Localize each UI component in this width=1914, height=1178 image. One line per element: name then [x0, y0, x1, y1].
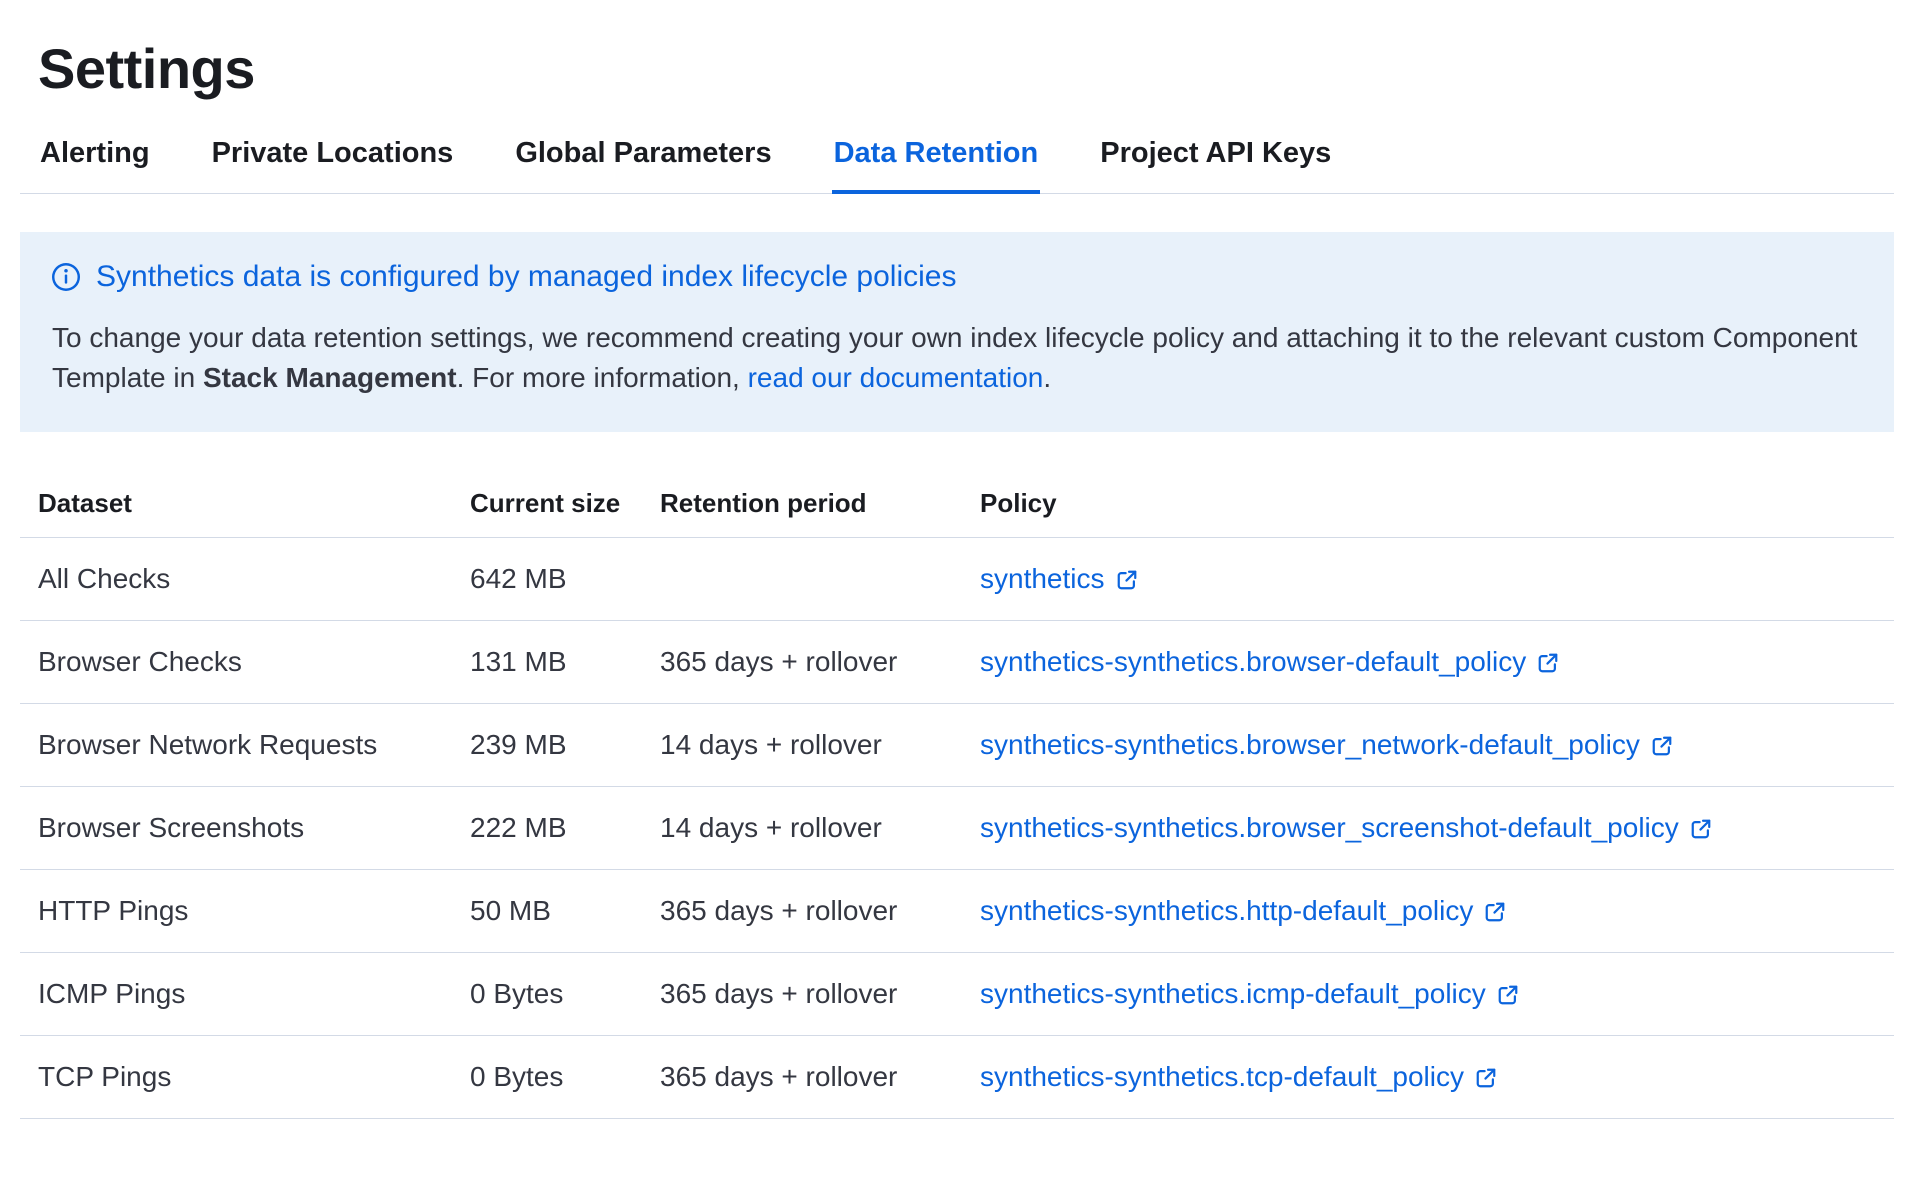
external-link-icon: [1497, 984, 1519, 1006]
size-cell: 50 MB: [452, 869, 642, 952]
policy-link[interactable]: synthetics-synthetics.tcp-default_policy: [980, 1061, 1497, 1093]
external-link-icon: [1484, 901, 1506, 923]
policy-cell: synthetics-synthetics.http-default_polic…: [962, 869, 1894, 952]
tab-alerting[interactable]: Alerting: [38, 127, 152, 194]
column-header-retention-period: Retention period: [642, 476, 962, 538]
dataset-cell: HTTP Pings: [20, 869, 452, 952]
dataset-cell: Browser Network Requests: [20, 703, 452, 786]
size-cell: 222 MB: [452, 786, 642, 869]
policy-cell: synthetics-synthetics.icmp-default_polic…: [962, 952, 1894, 1035]
size-cell: 131 MB: [452, 620, 642, 703]
dataset-cell: Browser Checks: [20, 620, 452, 703]
callout-title: Synthetics data is configured by managed…: [96, 260, 956, 294]
retention-cell: 14 days + rollover: [642, 703, 962, 786]
policy-link-label: synthetics-synthetics.browser_screenshot…: [980, 812, 1679, 844]
tab-data-retention[interactable]: Data Retention: [832, 127, 1041, 194]
external-link-icon: [1475, 1067, 1497, 1089]
column-header-current-size: Current size: [452, 476, 642, 538]
table-row: Browser Network Requests 239 MB 14 days …: [20, 703, 1894, 786]
external-link-icon: [1116, 569, 1138, 591]
size-cell: 239 MB: [452, 703, 642, 786]
retention-table: Dataset Current size Retention period Po…: [20, 476, 1894, 1119]
tab-global-parameters[interactable]: Global Parameters: [513, 127, 773, 194]
table-row: All Checks 642 MB synthetics: [20, 537, 1894, 620]
external-link-icon: [1537, 652, 1559, 674]
policy-cell: synthetics-synthetics.browser_screenshot…: [962, 786, 1894, 869]
policy-link[interactable]: synthetics-synthetics.browser_screenshot…: [980, 812, 1712, 844]
tab-project-api-keys[interactable]: Project API Keys: [1098, 127, 1333, 194]
info-icon: [52, 263, 80, 291]
policy-link-label: synthetics-synthetics.browser_network-de…: [980, 729, 1640, 761]
table-row: HTTP Pings 50 MB 365 days + rollover syn…: [20, 869, 1894, 952]
retention-cell: 365 days + rollover: [642, 869, 962, 952]
table-row: Browser Screenshots 222 MB 14 days + rol…: [20, 786, 1894, 869]
policy-link-label: synthetics-synthetics.browser-default_po…: [980, 646, 1526, 678]
dataset-cell: ICMP Pings: [20, 952, 452, 1035]
policy-link-label: synthetics: [980, 563, 1105, 595]
tab-private-locations[interactable]: Private Locations: [210, 127, 456, 194]
size-cell: 0 Bytes: [452, 952, 642, 1035]
page-title: Settings: [38, 36, 1894, 101]
dataset-cell: Browser Screenshots: [20, 786, 452, 869]
policy-link-label: synthetics-synthetics.tcp-default_policy: [980, 1061, 1464, 1093]
external-link-icon: [1690, 818, 1712, 840]
retention-cell: 365 days + rollover: [642, 952, 962, 1035]
table-header-row: Dataset Current size Retention period Po…: [20, 476, 1894, 538]
settings-page: Settings Alerting Private Locations Glob…: [0, 0, 1914, 1159]
policy-link[interactable]: synthetics-synthetics.icmp-default_polic…: [980, 978, 1519, 1010]
retention-cell: 14 days + rollover: [642, 786, 962, 869]
policy-link[interactable]: synthetics-synthetics.browser_network-de…: [980, 729, 1673, 761]
retention-cell: 365 days + rollover: [642, 620, 962, 703]
callout-header: Synthetics data is configured by managed…: [52, 260, 1862, 294]
policy-cell: synthetics-synthetics.browser-default_po…: [962, 620, 1894, 703]
policy-cell: synthetics-synthetics.browser_network-de…: [962, 703, 1894, 786]
callout-body: To change your data retention settings, …: [52, 318, 1862, 398]
policy-link-label: synthetics-synthetics.http-default_polic…: [980, 895, 1473, 927]
dataset-cell: TCP Pings: [20, 1035, 452, 1118]
tab-bar: Alerting Private Locations Global Parame…: [20, 127, 1894, 194]
stack-management-label: Stack Management: [203, 362, 457, 393]
info-callout: Synthetics data is configured by managed…: [20, 232, 1894, 432]
dataset-cell: All Checks: [20, 537, 452, 620]
size-cell: 0 Bytes: [452, 1035, 642, 1118]
column-header-dataset: Dataset: [20, 476, 452, 538]
documentation-link[interactable]: read our documentation: [748, 362, 1044, 393]
policy-link[interactable]: synthetics-synthetics.browser-default_po…: [980, 646, 1559, 678]
retention-cell: 365 days + rollover: [642, 1035, 962, 1118]
policy-cell: synthetics-synthetics.tcp-default_policy: [962, 1035, 1894, 1118]
table-row: TCP Pings 0 Bytes 365 days + rollover sy…: [20, 1035, 1894, 1118]
size-cell: 642 MB: [452, 537, 642, 620]
policy-cell: synthetics: [962, 537, 1894, 620]
table-row: ICMP Pings 0 Bytes 365 days + rollover s…: [20, 952, 1894, 1035]
retention-cell: [642, 537, 962, 620]
policy-link[interactable]: synthetics: [980, 563, 1138, 595]
policy-link-label: synthetics-synthetics.icmp-default_polic…: [980, 978, 1486, 1010]
policy-link[interactable]: synthetics-synthetics.http-default_polic…: [980, 895, 1506, 927]
table-row: Browser Checks 131 MB 365 days + rollove…: [20, 620, 1894, 703]
column-header-policy: Policy: [962, 476, 1894, 538]
callout-body-text-2: . For more information,: [457, 362, 748, 393]
callout-body-text-3: .: [1043, 362, 1051, 393]
external-link-icon: [1651, 735, 1673, 757]
